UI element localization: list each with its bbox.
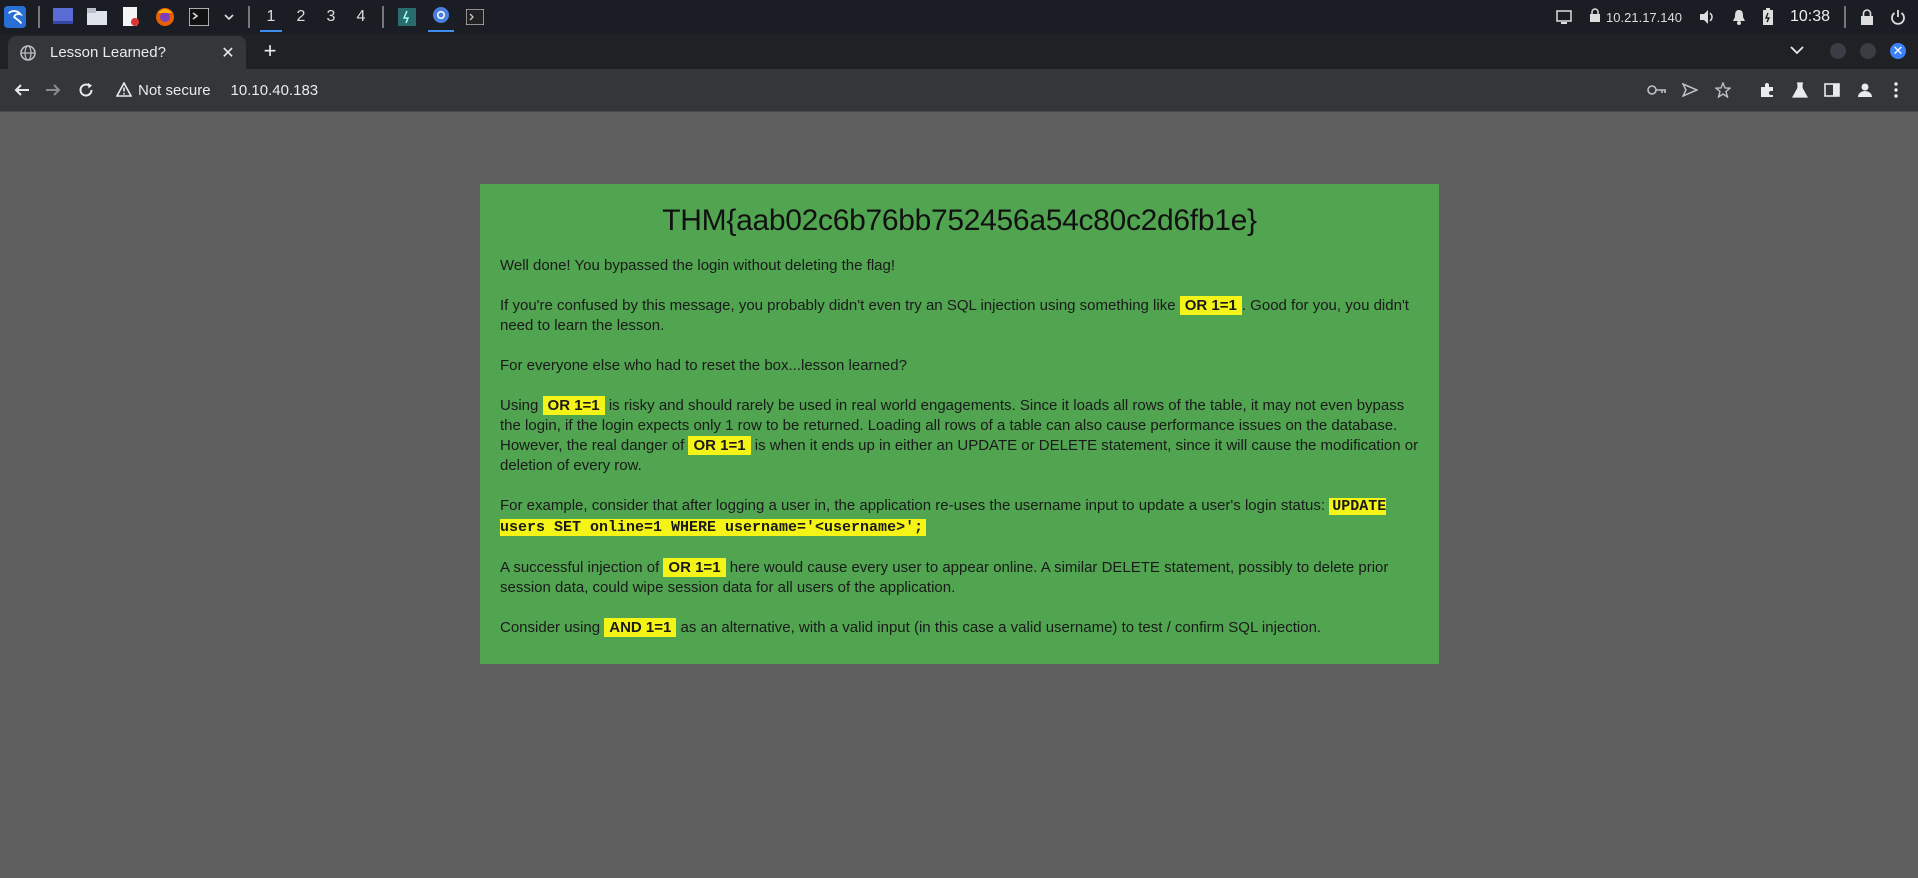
desktop-icon[interactable] [52,6,74,28]
address-bar[interactable]: Not secure 10.10.40.183 [108,75,1760,105]
highlight-or-1-1: OR 1=1 [542,396,605,415]
key-icon[interactable] [1647,80,1667,100]
volume-icon[interactable] [1698,9,1716,25]
os-top-panel: 1 2 3 4 10.21.17.140 10:38 [0,0,1918,34]
side-panel-icon[interactable] [1822,80,1842,100]
kali-menu-icon[interactable] [4,6,26,28]
lesson-card: THM{aab02c6b76bb752456a54c80c2d6fb1e} We… [480,184,1439,664]
star-icon[interactable] [1713,80,1733,100]
workspace-4[interactable]: 4 [346,2,376,32]
back-arrow-icon[interactable] [12,80,32,100]
clock[interactable]: 10:38 [1790,8,1830,26]
tab-search-chevron-icon[interactable] [1790,42,1810,62]
maximize-button[interactable] [1860,43,1876,59]
paragraph-confused: If you're confused by this message, you … [500,296,1419,336]
highlight-and-1-1: AND 1=1 [604,618,677,637]
panel-separator [1844,6,1846,28]
paragraph-injection: A successful injection of OR 1=1 here wo… [500,558,1419,598]
text: Using [500,397,543,414]
highlight-or-1-1: OR 1=1 [1179,296,1242,315]
taskbar-app-icon[interactable] [396,6,418,28]
globe-icon [20,44,36,61]
lock-icon[interactable] [1860,9,1874,25]
flag-heading: THM{aab02c6b76bb752456a54c80c2d6fb1e} [662,204,1257,237]
panel-separator [38,6,40,28]
power-icon[interactable] [1890,9,1906,25]
close-icon[interactable]: ✕ [218,43,238,63]
url-text[interactable]: 10.10.40.183 [231,82,319,99]
lab-flask-icon[interactable] [1790,80,1810,100]
security-label[interactable]: Not secure [138,82,211,99]
page-viewport: THM{aab02c6b76bb752456a54c80c2d6fb1e} We… [0,112,1918,878]
send-icon[interactable] [1680,80,1700,100]
workspace-1[interactable]: 1 [256,2,286,32]
workspace-3[interactable]: 3 [316,2,346,32]
text: Consider using [500,619,605,636]
browser-tab-strip: Lesson Learned? ✕ + ✕ [0,34,1918,69]
terminal-icon[interactable] [188,6,210,28]
paragraph-alternative: Consider using AND 1=1 as an alternative… [500,618,1419,638]
warning-icon[interactable] [115,81,133,98]
minimize-button[interactable] [1830,43,1846,59]
tab-lesson-learned[interactable]: Lesson Learned? ✕ [8,36,246,69]
kebab-menu-icon[interactable] [1886,80,1906,100]
chrome-taskbar-button[interactable] [424,2,458,32]
system-tray: 10.21.17.140 10:38 [1548,0,1918,34]
vpn-icon [1588,8,1602,26]
paragraph-example: For example, consider that after logging… [500,496,1419,538]
paragraph-well-done: Well done! You bypassed the login withou… [500,257,896,274]
paragraph-everyone-else: For everyone else who had to reset the b… [500,357,907,374]
text: A successful injection of [500,559,664,576]
files-icon[interactable] [86,6,108,28]
text: For example, consider that after logging… [500,497,1330,514]
panel-separator [382,6,384,28]
forward-arrow-icon[interactable] [43,80,63,100]
browser-toolbar: Not secure 10.10.40.183 [0,69,1918,112]
text: as an alternative, with a valid input (i… [676,619,1322,636]
highlight-or-1-1: OR 1=1 [688,436,751,455]
display-icon[interactable] [1556,10,1572,24]
chevron-down-icon[interactable] [222,6,236,28]
terminal-window-icon[interactable] [464,6,486,28]
text: If you're confused by this message, you … [500,297,1180,314]
paragraph-risk: Using OR 1=1 is risky and should rarely … [500,396,1419,476]
vpn-status[interactable]: 10.21.17.140 [1588,8,1682,26]
new-tab-button[interactable]: + [260,40,280,62]
battery-icon[interactable] [1762,8,1774,26]
highlight-or-1-1: OR 1=1 [663,558,726,577]
tab-title: Lesson Learned? [50,44,166,61]
chrome-icon [432,6,450,29]
text-editor-icon[interactable] [120,6,142,28]
panel-separator [248,6,250,28]
bell-icon[interactable] [1732,9,1746,25]
extensions-icon[interactable] [1757,80,1777,100]
firefox-icon[interactable] [154,6,176,28]
vpn-ip-address: 10.21.17.140 [1606,9,1682,25]
window-close-button[interactable]: ✕ [1890,43,1906,59]
workspace-2[interactable]: 2 [286,2,316,32]
profile-icon[interactable] [1855,80,1875,100]
reload-icon[interactable] [76,80,96,100]
